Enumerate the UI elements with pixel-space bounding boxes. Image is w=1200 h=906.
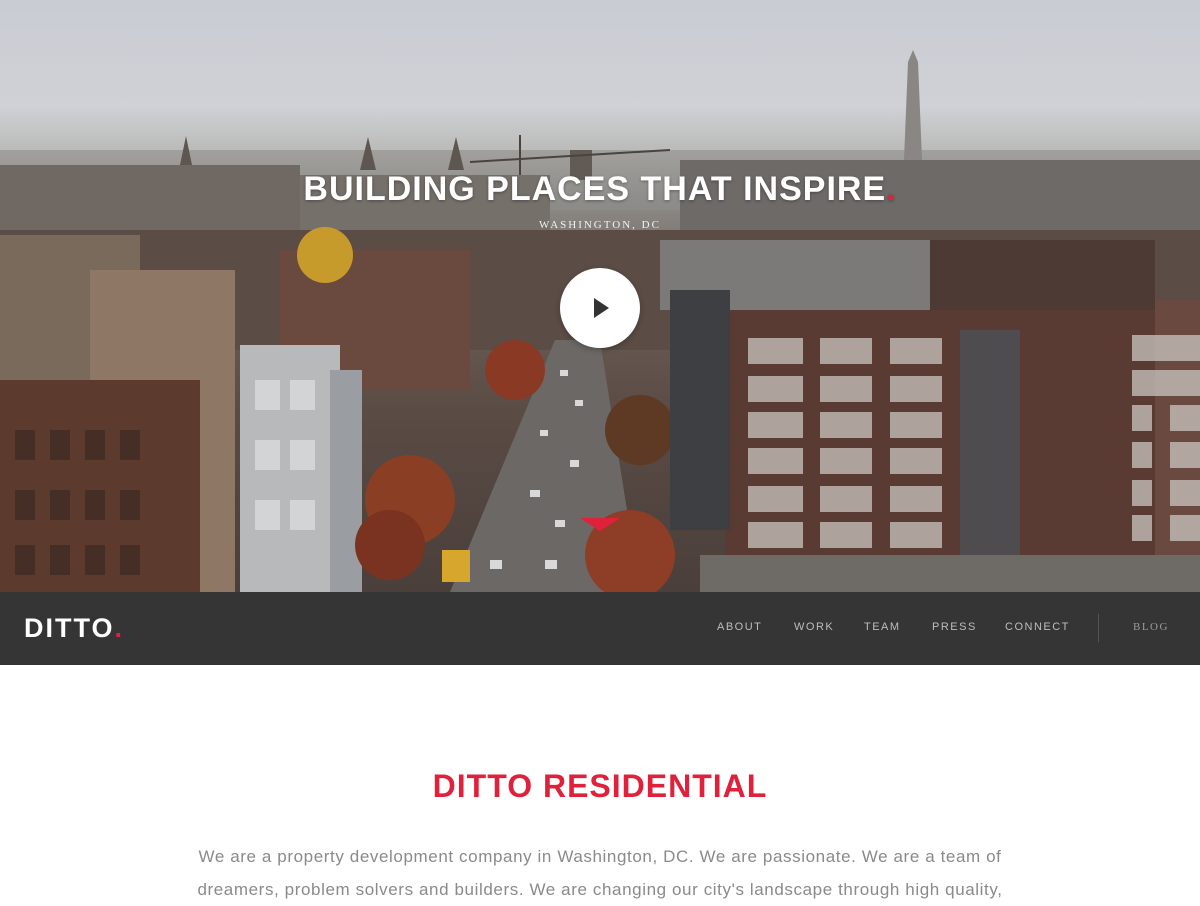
intro-paragraph: We are a property development company in… xyxy=(197,847,1003,899)
hero-title: BUILDING PLACES THAT INSPIRE. xyxy=(0,170,1200,209)
nav-link-connect[interactable]: CONNECT xyxy=(1005,621,1070,633)
hero-title-dot: . xyxy=(886,170,897,208)
section-title: DITTO RESIDENTIAL xyxy=(432,768,768,804)
nav-links: ABOUT WORK TEAM PRESS CONNECT xyxy=(0,621,1200,641)
play-icon xyxy=(594,298,609,318)
nav-link-blog[interactable]: BLOG xyxy=(1133,621,1169,633)
nav-divider xyxy=(1098,614,1099,642)
scroll-down-arrow[interactable] xyxy=(580,518,620,531)
hero-section: BUILDING PLACES THAT INSPIRE. WASHINGTON… xyxy=(0,0,1200,592)
hero-subtitle: WASHINGTON, DC xyxy=(539,219,661,231)
nav-link-about[interactable]: ABOUT xyxy=(717,621,762,633)
nav-link-team[interactable]: TEAM xyxy=(864,621,901,633)
hero-title-text: BUILDING PLACES THAT INSPIRE xyxy=(303,170,887,208)
nav-link-press[interactable]: PRESS xyxy=(932,621,977,633)
nav-link-work[interactable]: WORK xyxy=(794,621,834,633)
play-video-button[interactable] xyxy=(560,268,640,348)
